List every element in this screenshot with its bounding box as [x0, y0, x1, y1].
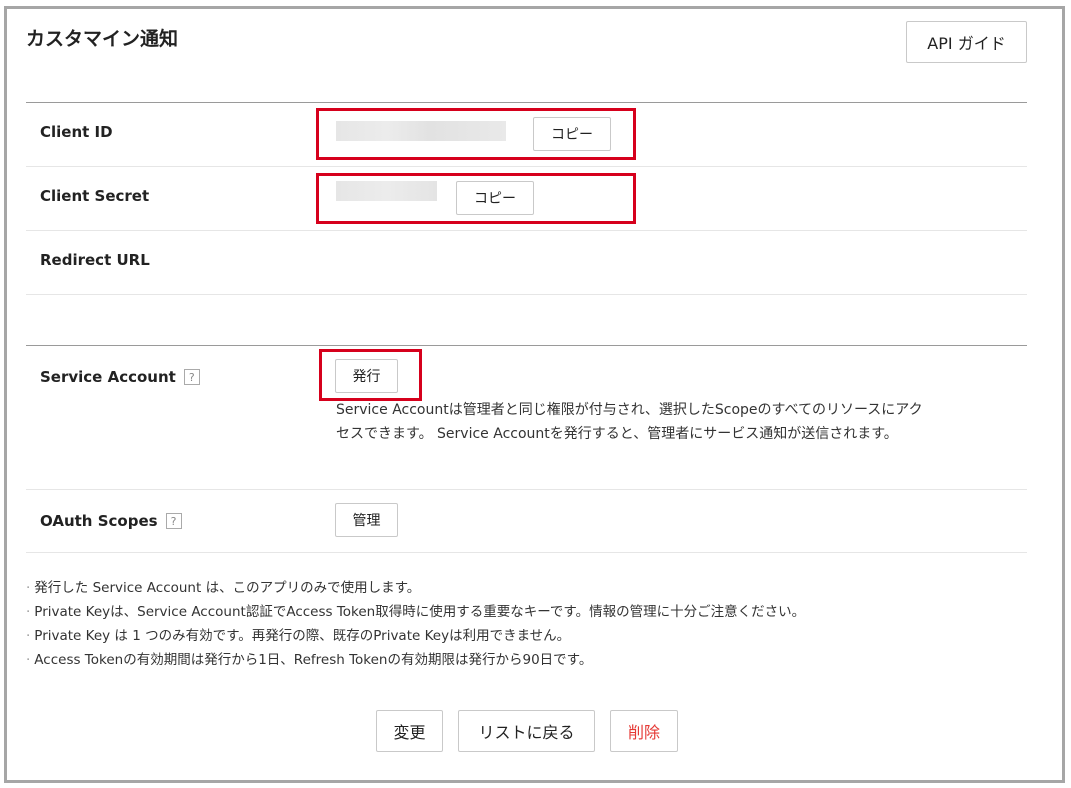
section-divider	[26, 345, 1027, 346]
help-icon[interactable]: ?	[165, 513, 182, 529]
service-account-label: Service Account ?	[40, 368, 200, 386]
row-divider	[26, 489, 1027, 490]
row-divider	[26, 230, 1027, 231]
redirect-url-label: Redirect URL	[40, 251, 150, 269]
api-guide-button[interactable]: API ガイド	[906, 21, 1027, 63]
row-divider	[26, 166, 1027, 167]
row-divider	[26, 294, 1027, 295]
back-to-list-button[interactable]: リストに戻る	[458, 710, 595, 752]
client-secret-label: Client Secret	[40, 187, 150, 205]
highlight-box-issue	[319, 349, 422, 401]
note-item: Access Tokenの有効期間は発行から1日、Refresh Tokenの有…	[26, 648, 1036, 672]
row-divider	[26, 552, 1027, 553]
highlight-box-client-secret	[316, 173, 636, 224]
notes-list: 発行した Service Account は、このアプリのみで使用します。 Pr…	[26, 576, 1036, 672]
note-item: Private Keyは、Service Account認証でAccess To…	[26, 600, 1036, 624]
service-account-label-text: Service Account	[40, 368, 176, 386]
manage-scopes-button[interactable]: 管理	[335, 503, 398, 537]
oauth-scopes-label-text: OAuth Scopes	[40, 512, 158, 530]
page-title: カスタマイン通知	[26, 28, 179, 50]
section-divider	[26, 102, 1027, 103]
note-item: 発行した Service Account は、このアプリのみで使用します。	[26, 576, 1036, 600]
change-button[interactable]: 変更	[376, 710, 443, 752]
delete-button[interactable]: 削除	[610, 710, 678, 752]
oauth-scopes-label: OAuth Scopes ?	[40, 512, 182, 530]
highlight-box-client-id	[316, 108, 636, 160]
client-id-label: Client ID	[40, 123, 113, 141]
note-item: Private Key は 1 つのみ有効です。再発行の際、既存のPrivate…	[26, 624, 1036, 648]
help-icon[interactable]: ?	[183, 369, 200, 385]
service-account-description: Service Accountは管理者と同じ権限が付与され、選択したScopeの…	[336, 402, 923, 442]
